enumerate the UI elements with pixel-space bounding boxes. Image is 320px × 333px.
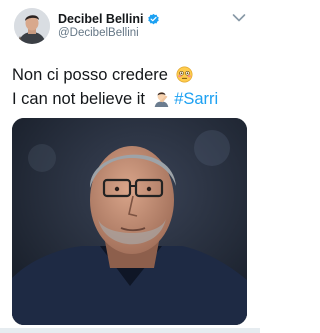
tweet-text-english: I can not believe it [12, 90, 145, 108]
flushed-face-emoji-icon [176, 66, 193, 83]
author-handle[interactable]: @DecibelBellini [58, 27, 139, 39]
avatar[interactable] [14, 8, 50, 44]
author-name-row: Decibel Bellini [58, 11, 160, 27]
tweet-media-image[interactable] [12, 118, 247, 325]
media-photo [12, 118, 247, 325]
bottom-divider [0, 328, 260, 333]
chevron-down-icon[interactable] [232, 13, 246, 23]
tweet-text-line-2: I can not believe it #Sarri [12, 87, 252, 111]
tweet-text: Non ci posso credere I can not believe i… [12, 63, 252, 111]
verified-badge-icon [147, 13, 160, 26]
avatar-image [14, 8, 50, 44]
tweet-text-line-1: Non ci posso credere [12, 63, 252, 87]
hashtag-link[interactable]: #Sarri [174, 90, 218, 108]
tweet-text-italian: Non ci posso credere [12, 66, 168, 84]
man-facepalming-emoji-icon [154, 92, 168, 107]
author-display-name[interactable]: Decibel Bellini [58, 12, 143, 26]
